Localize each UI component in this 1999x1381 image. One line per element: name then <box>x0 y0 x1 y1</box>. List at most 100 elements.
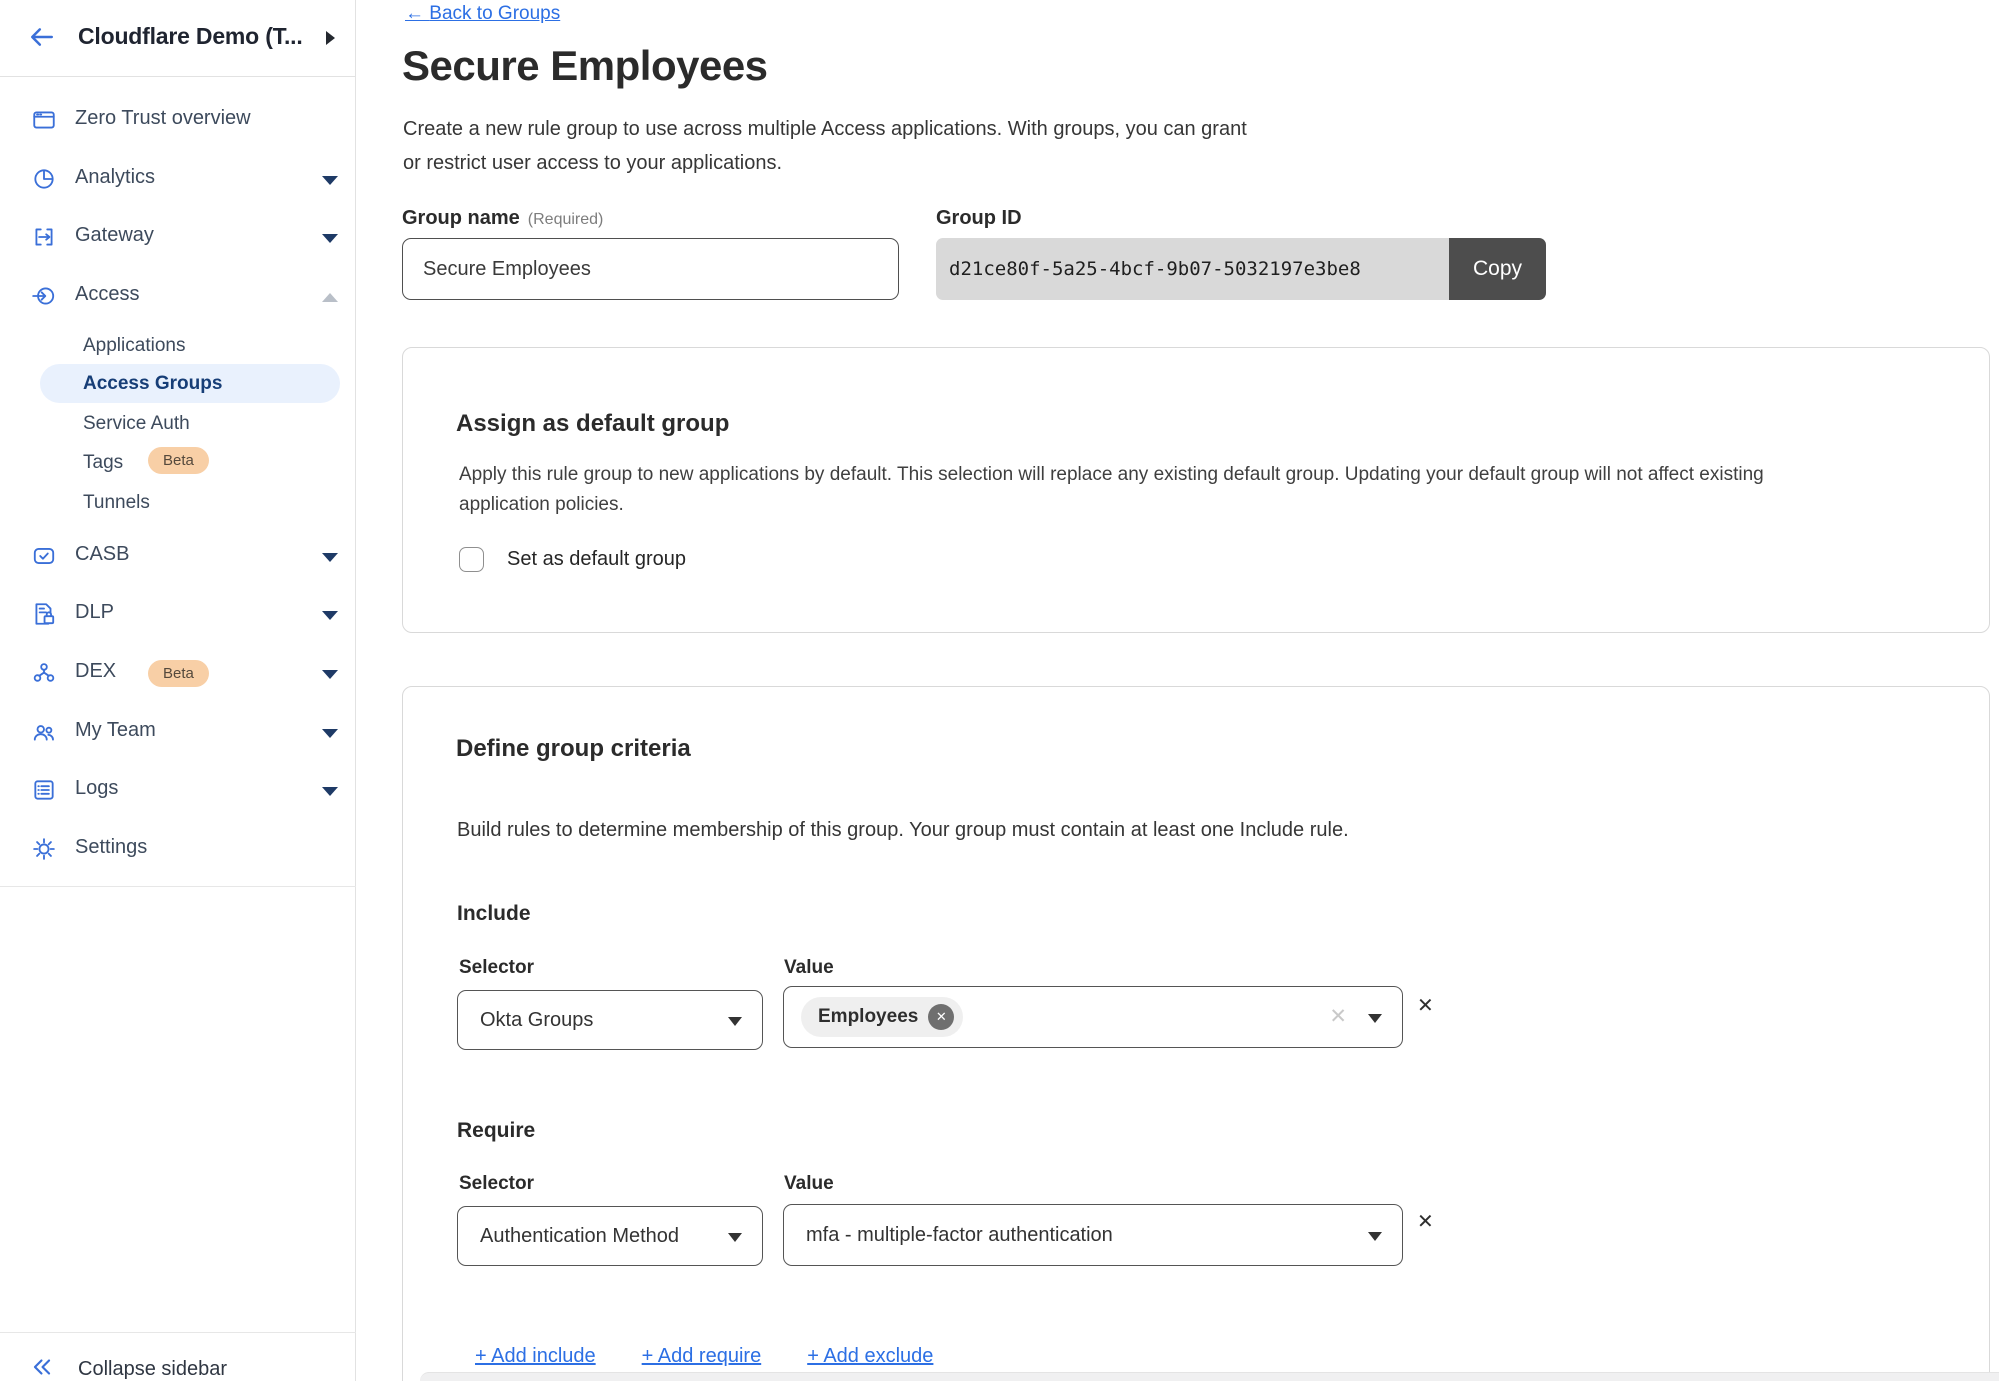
sidebar-divider <box>0 886 356 887</box>
back-arrow-icon[interactable] <box>28 24 56 55</box>
chevron-down-icon[interactable] <box>322 787 338 796</box>
sidebar-item-casb[interactable]: CASB <box>0 541 356 571</box>
description-line: Apply this rule group to new application… <box>459 460 1764 490</box>
default-group-card: Assign as default group Apply this rule … <box>402 347 1990 633</box>
main-content: ← Back to Groups Secure Employees Create… <box>356 0 1999 1381</box>
sidebar-subitem-label: Access Groups <box>83 373 222 395</box>
sidebar-item-dlp[interactable]: DLP <box>0 599 356 629</box>
group-name-input[interactable] <box>402 238 899 300</box>
zero-trust-dashboard: Cloudflare Demo (T... Zero Trust overvie… <box>0 0 1999 1381</box>
include-value-multiselect[interactable]: Employees ✕ ✕ <box>783 986 1403 1048</box>
logs-icon <box>30 776 58 804</box>
sidebar-item-label: Access <box>75 283 139 306</box>
chevron-down-icon[interactable] <box>322 234 338 243</box>
sidebar-item-service-auth[interactable]: Service Auth <box>0 404 356 443</box>
value-chip-label: Employees <box>818 1006 918 1028</box>
criteria-card: Define group criteria Build rules to det… <box>402 686 1990 1381</box>
sidebar-item-label: Logs <box>75 777 118 800</box>
add-rule-links: + Add include + Add require + Add exclud… <box>475 1345 933 1368</box>
require-value-dropdown[interactable]: mfa - multiple-factor authentication <box>783 1204 1403 1266</box>
include-selector-dropdown[interactable]: Okta Groups <box>457 990 763 1050</box>
remove-require-rule-icon[interactable]: ✕ <box>1417 1209 1434 1234</box>
clear-values-icon[interactable]: ✕ <box>1329 1004 1347 1029</box>
sidebar-item-settings[interactable]: Settings <box>0 834 356 864</box>
back-to-groups-link[interactable]: ← Back to Groups <box>405 3 560 25</box>
sidebar-header: Cloudflare Demo (T... <box>0 0 355 77</box>
sidebar-subitem-label: Tunnels <box>83 492 150 514</box>
require-selector-value: Authentication Method <box>480 1225 679 1248</box>
chevron-down-icon[interactable] <box>322 729 338 738</box>
overview-icon <box>30 106 58 134</box>
copy-button[interactable]: Copy <box>1449 238 1546 300</box>
include-heading: Include <box>457 902 531 926</box>
include-selector-label: Selector <box>459 957 534 979</box>
beta-badge: Beta <box>148 447 209 474</box>
sidebar-item-logs[interactable]: Logs <box>0 775 356 805</box>
chip-remove-icon[interactable]: ✕ <box>928 1004 954 1030</box>
chevron-up-icon[interactable] <box>322 293 338 302</box>
account-name[interactable]: Cloudflare Demo (T... <box>78 23 303 50</box>
add-include-link[interactable]: + Add include <box>475 1345 596 1368</box>
require-value-value: mfa - multiple-factor authentication <box>806 1224 1113 1247</box>
include-selector-value: Okta Groups <box>480 1009 593 1032</box>
chevron-down-icon[interactable] <box>1368 1014 1382 1023</box>
account-expand-icon[interactable] <box>326 31 335 45</box>
set-default-group-label: Set as default group <box>507 548 686 571</box>
sidebar-item-label: Gateway <box>75 224 154 247</box>
remove-include-rule-icon[interactable]: ✕ <box>1417 993 1434 1018</box>
add-require-link[interactable]: + Add require <box>642 1345 762 1368</box>
require-heading: Require <box>457 1119 535 1143</box>
sidebar-item-tunnels[interactable]: Tunnels <box>0 483 356 522</box>
set-default-group-checkbox-row[interactable]: Set as default group <box>459 547 686 572</box>
default-group-card-title: Assign as default group <box>456 410 729 438</box>
sidebar-item-label: Settings <box>75 836 147 859</box>
collapse-sidebar-button[interactable]: Collapse sidebar <box>0 1348 356 1381</box>
require-selector-label: Selector <box>459 1173 534 1195</box>
sidebar-item-label: DLP <box>75 601 114 624</box>
chevron-down-icon <box>728 1233 742 1242</box>
sticky-footer-edge <box>420 1372 1999 1381</box>
sidebar-item-label: Analytics <box>75 166 155 189</box>
add-exclude-link[interactable]: + Add exclude <box>807 1345 933 1368</box>
criteria-card-description: Build rules to determine membership of t… <box>457 819 1349 842</box>
chevron-down-icon[interactable] <box>322 670 338 679</box>
analytics-icon <box>30 165 58 193</box>
set-default-group-checkbox[interactable] <box>459 547 484 572</box>
group-name-label: Group name(Required) <box>402 207 603 230</box>
required-hint: (Required) <box>528 211 604 228</box>
chevron-down-icon <box>728 1017 742 1026</box>
group-id-label: Group ID <box>936 207 1022 230</box>
sidebar-subitem-label: Applications <box>83 335 185 357</box>
sidebar: Cloudflare Demo (T... Zero Trust overvie… <box>0 0 356 1381</box>
sidebar-footer-divider <box>0 1332 356 1333</box>
sidebar-item-label: Zero Trust overview <box>75 107 251 130</box>
sidebar-item-access[interactable]: Access <box>0 281 356 311</box>
sidebar-item-my-team[interactable]: My Team <box>0 717 356 747</box>
page-description-line: or restrict user access to your applicat… <box>403 146 1247 180</box>
sidebar-item-zero-trust-overview[interactable]: Zero Trust overview <box>0 105 356 135</box>
sidebar-subitem-label: Service Auth <box>83 413 190 435</box>
default-group-card-description: Apply this rule group to new application… <box>459 460 1764 520</box>
sidebar-item-tags[interactable]: Tags Beta <box>0 443 356 482</box>
chevron-down-icon[interactable] <box>322 611 338 620</box>
collapse-sidebar-label: Collapse sidebar <box>78 1358 227 1381</box>
sidebar-item-label: DEX <box>75 660 116 683</box>
chevron-down-icon[interactable] <box>322 176 338 185</box>
require-value-label: Value <box>784 1173 834 1195</box>
page-title: Secure Employees <box>402 42 768 90</box>
require-selector-dropdown[interactable]: Authentication Method <box>457 1206 763 1266</box>
sidebar-item-dex[interactable]: DEX Beta <box>0 658 356 688</box>
dex-icon <box>30 659 58 687</box>
chevron-down-icon[interactable] <box>322 553 338 562</box>
casb-icon <box>30 542 58 570</box>
sidebar-item-access-groups[interactable]: Access Groups <box>40 364 340 403</box>
sidebar-subitem-label: Tags <box>83 452 123 474</box>
beta-badge: Beta <box>148 660 209 687</box>
team-icon <box>30 718 58 746</box>
sidebar-item-applications[interactable]: Applications <box>0 326 356 365</box>
group-id-value: d21ce80f-5a25-4bcf-9b07-5032197e3be8 <box>936 238 1449 300</box>
sidebar-item-gateway[interactable]: Gateway <box>0 222 356 252</box>
gateway-icon <box>30 223 58 251</box>
value-chip: Employees ✕ <box>801 997 963 1037</box>
sidebar-item-analytics[interactable]: Analytics <box>0 164 356 194</box>
